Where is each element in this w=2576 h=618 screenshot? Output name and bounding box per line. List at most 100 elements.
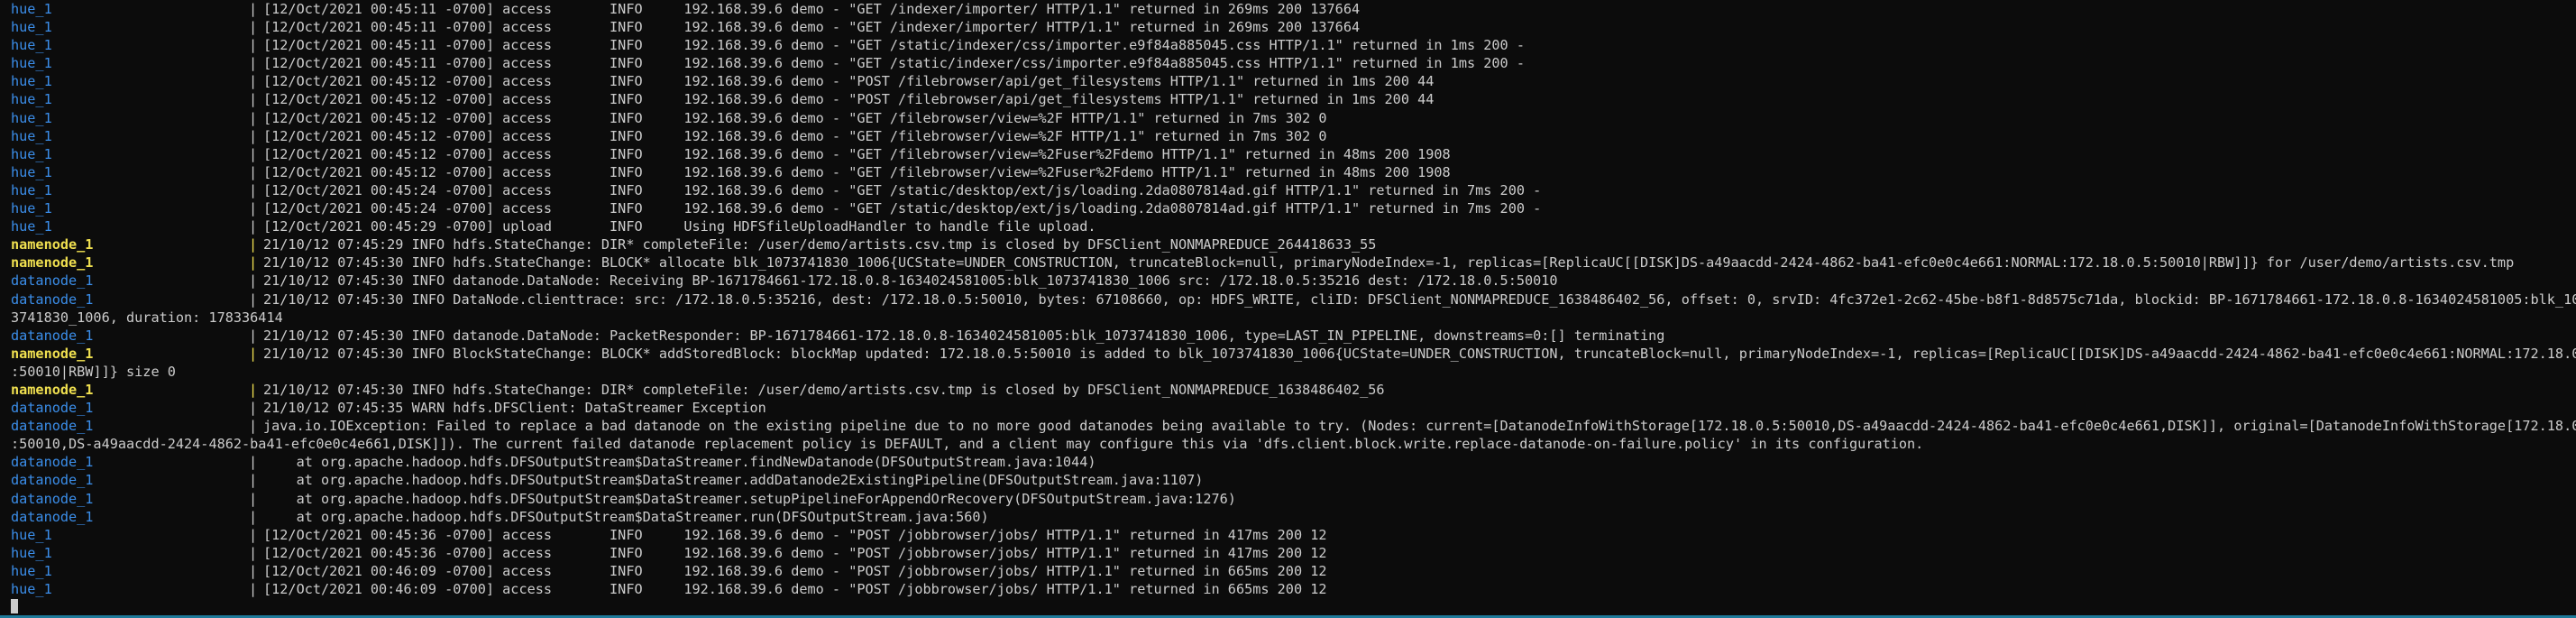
column-separator: | (249, 562, 258, 579)
log-line: hue_1 | [12/Oct/2021 00:45:12 -0700] acces… (0, 127, 2576, 145)
column-separator: | (249, 581, 258, 597)
log-line: hue_1 | [12/Oct/2021 00:45:36 -0700] acces… (0, 544, 2576, 562)
service-name: hue_1 (11, 544, 52, 561)
log-message: [12/Oct/2021 00:45:12 -0700] access INFO… (263, 145, 1451, 162)
log-line: datanode_1 | 21/10/12 07:45:30 INFO DataNo… (0, 291, 2576, 327)
service-name: hue_1 (11, 127, 52, 144)
log-line: datanode_1 | 21/10/12 07:45:30 INFO datano… (0, 327, 2576, 345)
log-message: at org.apache.hadoop.hdfs.DFSOutputStrea… (263, 454, 1096, 471)
column-separator: | (249, 454, 258, 471)
log-line: datanode_1 | at org.apache.hadoop.hdfs.DF… (0, 490, 2576, 508)
column-separator: | (249, 127, 258, 144)
log-message: at org.apache.hadoop.hdfs.DFSOutputStrea… (263, 490, 1236, 507)
log-message: [12/Oct/2021 00:45:36 -0700] access INFO… (263, 544, 1327, 561)
service-name: namenode_1 (11, 236, 94, 254)
log-message-continuation: 3741830_1006, duration: 178336414 (11, 309, 283, 326)
service-name: datanode_1 (11, 400, 94, 417)
log-message: [12/Oct/2021 00:45:12 -0700] access INFO… (263, 127, 1327, 144)
log-line: datanode_1 | 21/10/12 07:45:35 WARN hdfs.D… (0, 399, 2576, 417)
log-message-continuation: :50010,DS-a49aacdd-2424-4862-ba41-efc0e0… (11, 436, 1924, 453)
log-message: [12/Oct/2021 00:45:11 -0700] access INFO… (263, 19, 1361, 36)
column-separator: | (249, 163, 258, 180)
terminal-window[interactable]: hue_1 | [12/Oct/2021 00:45:11 -0700] acces… (0, 0, 2576, 618)
log-message: 21/10/12 07:45:30 INFO hdfs.StateChange:… (263, 381, 1385, 398)
service-name: datanode_1 (11, 272, 94, 290)
service-name: datanode_1 (11, 508, 94, 525)
column-separator: | (249, 291, 258, 308)
service-name: hue_1 (11, 91, 52, 108)
log-message: 21/10/12 07:45:30 INFO datanode.DataNode… (263, 327, 1665, 344)
log-line: hue_1 | [12/Oct/2021 00:46:09 -0700] acces… (0, 562, 2576, 580)
log-message: [12/Oct/2021 00:45:11 -0700] access INFO… (263, 37, 1525, 54)
log-message: [12/Oct/2021 00:45:24 -0700] access INFO… (263, 200, 1542, 217)
log-message: 21/10/12 07:45:29 INFO hdfs.StateChange:… (263, 236, 1377, 254)
column-separator: | (249, 145, 258, 162)
log-message: [12/Oct/2021 00:45:29 -0700] upload INFO… (263, 218, 1096, 235)
column-separator: | (249, 544, 258, 561)
service-name: hue_1 (11, 73, 52, 90)
log-line: hue_1 | [12/Oct/2021 00:45:24 -0700] acces… (0, 199, 2576, 217)
column-separator: | (249, 55, 258, 72)
column-separator: | (249, 91, 258, 108)
column-separator: | (249, 526, 258, 543)
column-separator: | (249, 109, 258, 126)
column-separator: | (249, 37, 258, 54)
log-line: hue_1 | [12/Oct/2021 00:46:09 -0700] acces… (0, 580, 2576, 598)
log-message: at org.apache.hadoop.hdfs.DFSOutputStrea… (263, 472, 1204, 489)
service-name: namenode_1 (11, 254, 94, 272)
column-separator: | (249, 73, 258, 90)
terminal-cursor (11, 599, 18, 613)
service-name: hue_1 (11, 109, 52, 126)
log-message: 21/10/12 07:45:30 INFO datanode.DataNode… (263, 272, 1558, 290)
log-message: 21/10/12 07:45:35 WARN hdfs.DFSClient: D… (263, 400, 766, 417)
log-message: [12/Oct/2021 00:45:11 -0700] access INFO… (263, 55, 1525, 72)
log-line: namenode_1 | 21/10/12 07:45:30 INFO hdfs.S… (0, 381, 2576, 399)
service-name: datanode_1 (11, 454, 94, 471)
service-name: hue_1 (11, 581, 52, 597)
log-line: namenode_1 | 21/10/12 07:45:29 INFO hdfs.S… (0, 235, 2576, 254)
log-message: at org.apache.hadoop.hdfs.DFSOutputStrea… (263, 508, 989, 525)
service-name: hue_1 (11, 562, 52, 579)
service-name: datanode_1 (11, 291, 94, 308)
log-line: hue_1 | [12/Oct/2021 00:45:12 -0700] acces… (0, 163, 2576, 181)
log-message: [12/Oct/2021 00:46:09 -0700] access INFO… (263, 562, 1327, 579)
service-name: namenode_1 (11, 381, 94, 398)
service-name: hue_1 (11, 145, 52, 162)
column-separator: | (249, 327, 258, 344)
log-line: hue_1 | [12/Oct/2021 00:45:11 -0700] acces… (0, 54, 2576, 72)
log-line: datanode_1 | at org.apache.hadoop.hdfs.DF… (0, 453, 2576, 471)
service-name: datanode_1 (11, 418, 94, 435)
log-line: datanode_1 | 21/10/12 07:45:30 INFO datano… (0, 272, 2576, 290)
service-name: namenode_1 (11, 345, 94, 362)
column-separator: | (249, 200, 258, 217)
column-separator: | (249, 236, 258, 254)
log-line: hue_1 | [12/Oct/2021 00:45:11 -0700] acces… (0, 36, 2576, 54)
log-message: [12/Oct/2021 00:45:11 -0700] access INFO… (263, 1, 1361, 17)
log-message: 21/10/12 07:45:30 INFO hdfs.StateChange:… (263, 254, 2515, 272)
column-separator: | (249, 400, 258, 417)
log-line: namenode_1 | 21/10/12 07:45:30 INFO hdfs.S… (0, 254, 2576, 272)
log-line: hue_1 | [12/Oct/2021 00:45:12 -0700] acces… (0, 109, 2576, 127)
log-message: [12/Oct/2021 00:45:24 -0700] access INFO… (263, 181, 1542, 198)
log-line: hue_1 | [12/Oct/2021 00:45:24 -0700] acces… (0, 181, 2576, 199)
column-separator: | (249, 218, 258, 235)
service-name: hue_1 (11, 181, 52, 198)
log-message: [12/Oct/2021 00:45:12 -0700] access INFO… (263, 163, 1451, 180)
log-line: datanode_1 | java.io.IOException: Failed t… (0, 417, 2576, 453)
log-line: hue_1 | [12/Oct/2021 00:45:12 -0700] acces… (0, 72, 2576, 90)
service-name: datanode_1 (11, 490, 94, 507)
log-line: hue_1 | [12/Oct/2021 00:45:12 -0700] acces… (0, 90, 2576, 108)
column-separator: | (249, 19, 258, 36)
log-message: 21/10/12 07:45:30 INFO DataNode.clienttr… (263, 291, 2576, 308)
log-line: datanode_1 | at org.apache.hadoop.hdfs.DF… (0, 508, 2576, 526)
service-name: hue_1 (11, 163, 52, 180)
service-name: hue_1 (11, 526, 52, 543)
service-name: hue_1 (11, 37, 52, 54)
service-name: datanode_1 (11, 472, 94, 489)
log-message-continuation: :50010|RBW]]} size 0 (11, 363, 176, 380)
column-separator: | (249, 181, 258, 198)
column-separator: | (249, 254, 258, 272)
service-name: hue_1 (11, 19, 52, 36)
column-separator: | (249, 381, 258, 398)
service-name: hue_1 (11, 200, 52, 217)
